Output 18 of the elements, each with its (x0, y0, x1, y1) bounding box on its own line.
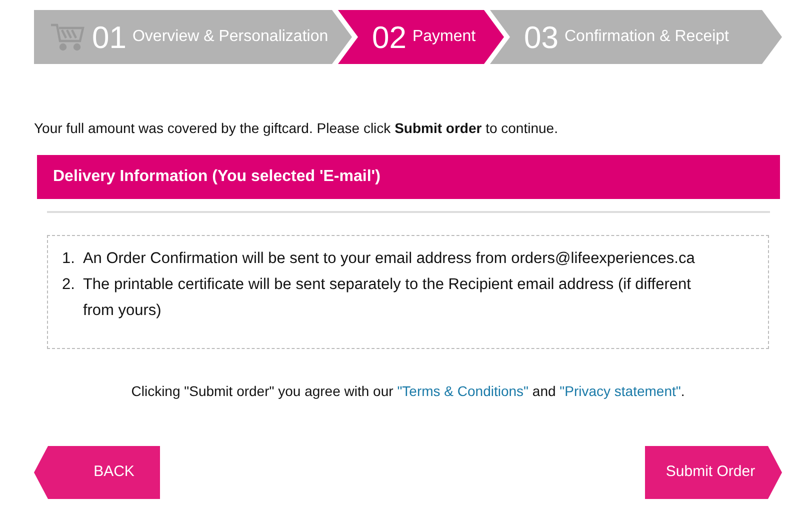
delivery-header: Delivery Information (You selected 'E-mail') (37, 155, 780, 199)
back-button[interactable]: BACK (34, 446, 160, 499)
privacy-link[interactable]: "Privacy statement" (560, 383, 681, 399)
list-marker: 1. (62, 249, 75, 269)
step-number: 01 (92, 22, 126, 52)
step-number: 02 (372, 22, 406, 52)
cart-icon (50, 22, 86, 52)
agreement-text: Clicking "Submit order" you agree with our "Terms & Conditions" and "Privacy statement". (131, 383, 685, 399)
list-item: The printable certificate will be sent separately to the Recipient email address (if different from yours) (82, 275, 692, 321)
step-label: Overview & Personalization (132, 27, 328, 47)
submit-order-button[interactable]: Submit Order (645, 446, 782, 499)
step-number: 03 (524, 22, 558, 52)
list-marker: 2. (62, 275, 75, 295)
intro-text: Your full amount was covered by the giftcard. Please click Submit order to continue. (34, 119, 559, 138)
step-label: Confirmation & Receipt (564, 27, 729, 47)
terms-link[interactable]: "Terms & Conditions" (397, 383, 529, 399)
list-item: An Order Confirmation will be sent to your email address from orders@lifeexperiences.ca (82, 249, 696, 269)
step-label: Payment (412, 27, 476, 47)
